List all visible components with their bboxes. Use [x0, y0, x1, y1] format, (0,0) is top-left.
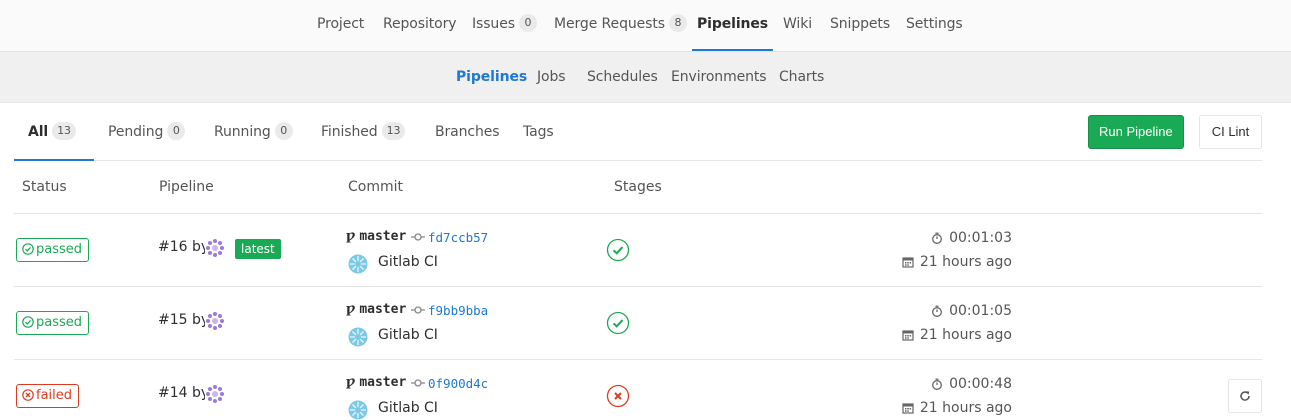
commit-icon: [411, 306, 425, 314]
tab-tags[interactable]: Tags: [523, 103, 554, 161]
branch-name[interactable]: ƿ master: [346, 229, 406, 244]
nav-pipelines[interactable]: Pipelines: [692, 0, 773, 51]
latest-badge: latest: [235, 239, 281, 259]
branch-name[interactable]: ƿ master: [346, 302, 406, 317]
commit-icon: [411, 379, 425, 387]
subnav-schedules[interactable]: Schedules: [587, 52, 658, 102]
tab-pending[interactable]: Pending 0: [108, 103, 186, 161]
stage-success-icon[interactable]: [606, 238, 630, 262]
commit-author[interactable]: Gitlab CI: [378, 327, 438, 343]
commit-sha-link[interactable]: 0f900d4c: [428, 376, 488, 391]
pipeline-finished-time: 21 hours ago: [902, 400, 1012, 416]
commit-icon: [411, 233, 425, 241]
user-avatar[interactable]: [205, 384, 225, 404]
pipelines-table-header: Status Pipeline Commit Stages: [14, 162, 1262, 214]
stage-success-icon[interactable]: [606, 311, 630, 335]
table-row: passed #16 by latest ƿ master fd7ccb57 Gi…: [14, 214, 1262, 287]
tab-finished[interactable]: Finished 13: [321, 103, 406, 161]
author-avatar: [348, 400, 368, 420]
table-row: failed #14 by ƿ master 0f900d4c Gitlab CI…: [14, 360, 1262, 420]
pipeline-finished-time: 21 hours ago: [902, 327, 1012, 343]
scope-tabs: All 13 Pending 0 Running 0 Finished 13 Branc…: [14, 103, 1262, 161]
nav-merge-requests[interactable]: Merge Requests 8: [554, 0, 687, 51]
calendar-icon: [902, 403, 914, 414]
user-avatar[interactable]: [205, 238, 225, 258]
author-avatar: [348, 327, 368, 347]
branch-icon: ƿ: [346, 229, 356, 244]
calendar-icon: [902, 257, 914, 268]
branch-name[interactable]: ƿ master: [346, 375, 406, 390]
timer-icon: [932, 232, 943, 244]
pipeline-id-link[interactable]: #16 by: [158, 239, 209, 255]
stage-failed-icon[interactable]: [606, 384, 630, 408]
ci-lint-button[interactable]: CI Lint: [1199, 115, 1262, 149]
column-stages: Stages: [614, 179, 662, 195]
commit-sha-link[interactable]: fd7ccb57: [428, 230, 488, 245]
nav-settings[interactable]: Settings: [906, 0, 963, 51]
nav-issues[interactable]: Issues 0: [472, 0, 537, 51]
tab-running[interactable]: Running 0: [214, 103, 293, 161]
pipeline-duration: 00:01:03: [931, 230, 1012, 246]
branch-icon: ƿ: [346, 375, 356, 390]
timer-icon: [932, 305, 943, 317]
running-count-badge: 0: [274, 122, 293, 140]
nav-project[interactable]: Project: [317, 0, 364, 51]
project-nav: Project Repository Issues 0 Merge Request…: [0, 0, 1291, 52]
tab-branches[interactable]: Branches: [435, 103, 500, 161]
commit-author[interactable]: Gitlab CI: [378, 400, 438, 416]
author-avatar: [348, 254, 368, 274]
pipeline-finished-time: 21 hours ago: [902, 254, 1012, 270]
run-pipeline-button[interactable]: Run Pipeline: [1088, 115, 1184, 149]
calendar-icon: [902, 330, 914, 341]
pipeline-id-link[interactable]: #14 by: [158, 385, 209, 401]
pipelines-sub-nav: Pipelines Jobs Schedules Environments Ch…: [0, 52, 1291, 103]
user-avatar[interactable]: [205, 311, 225, 331]
subnav-jobs[interactable]: Jobs: [537, 52, 566, 102]
check-circle-icon: [22, 243, 34, 255]
check-circle-icon: [22, 316, 34, 328]
timer-icon: [932, 378, 943, 390]
table-row: passed #15 by ƿ master f9bb9bba Gitlab CI…: [14, 287, 1262, 360]
nav-wiki[interactable]: Wiki: [783, 0, 812, 51]
retry-button[interactable]: [1228, 379, 1262, 413]
pending-count-badge: 0: [167, 122, 186, 140]
merge-requests-count-badge: 8: [668, 14, 687, 32]
subnav-charts[interactable]: Charts: [779, 52, 824, 102]
nav-repository[interactable]: Repository: [383, 0, 457, 51]
column-status: Status: [22, 179, 67, 195]
column-commit: Commit: [348, 179, 403, 195]
close-circle-icon: [22, 389, 34, 401]
retry-icon: [1240, 391, 1250, 401]
subnav-environments[interactable]: Environments: [671, 52, 767, 102]
subnav-pipelines[interactable]: Pipelines: [456, 52, 527, 102]
commit-author[interactable]: Gitlab CI: [378, 254, 438, 270]
tab-all[interactable]: All 13: [14, 103, 94, 161]
column-pipeline: Pipeline: [159, 179, 214, 195]
status-badge[interactable]: passed: [16, 311, 90, 335]
pipeline-duration: 00:01:05: [931, 303, 1012, 319]
issues-count-badge: 0: [518, 14, 537, 32]
all-count-badge: 13: [52, 122, 76, 140]
status-badge[interactable]: passed: [16, 238, 90, 262]
status-badge[interactable]: failed: [16, 384, 80, 408]
finished-count-badge: 13: [381, 122, 406, 140]
pipeline-id-link[interactable]: #15 by: [158, 312, 209, 328]
branch-icon: ƿ: [346, 302, 356, 317]
commit-sha-link[interactable]: f9bb9bba: [428, 303, 488, 318]
pipeline-duration: 00:00:48: [931, 376, 1012, 392]
nav-snippets[interactable]: Snippets: [830, 0, 890, 51]
